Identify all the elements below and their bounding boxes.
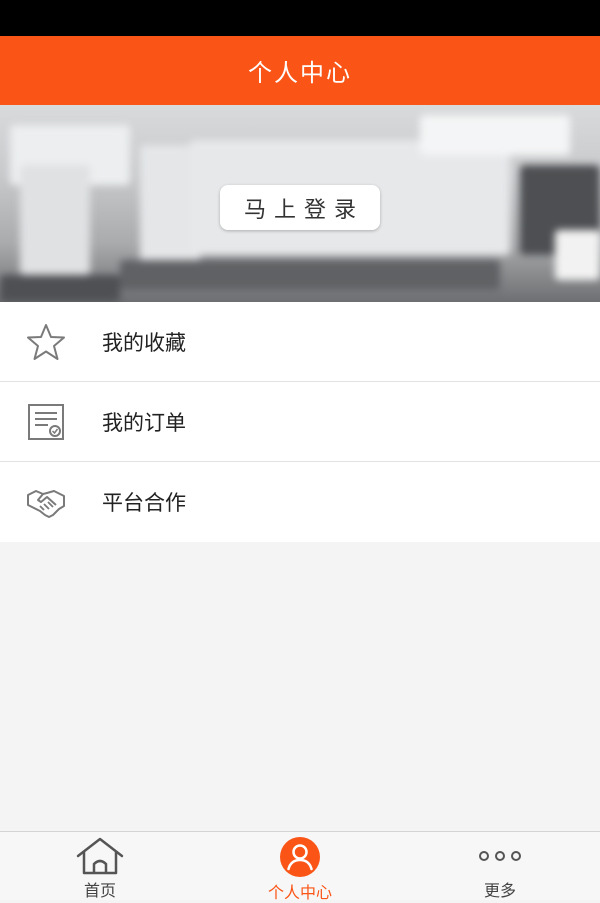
profile-banner: 马上登录 <box>0 105 600 302</box>
login-button[interactable]: 马上登录 <box>220 185 380 230</box>
more-dots-icon <box>475 836 525 876</box>
menu-item-label: 我的订单 <box>102 410 186 435</box>
star-icon <box>25 321 67 363</box>
menu-item-label: 我的收藏 <box>102 330 186 355</box>
tab-label: 首页 <box>83 881 116 900</box>
menu-list: 我的收藏 我的订单 平台合作 <box>0 302 600 542</box>
tab-more[interactable]: 更多 <box>400 832 600 900</box>
tab-label: 个人中心 <box>267 883 332 902</box>
page-title: 个人中心 <box>248 59 352 87</box>
menu-item-partnership[interactable]: 平台合作 <box>0 462 600 542</box>
tab-label: 更多 <box>483 881 516 900</box>
header: 个人中心 <box>0 36 600 105</box>
handshake-icon <box>25 481 67 523</box>
menu-item-favorites[interactable]: 我的收藏 <box>0 302 600 382</box>
tab-home[interactable]: 首页 <box>0 832 200 900</box>
tab-profile[interactable]: 个人中心 <box>200 832 400 902</box>
status-bar <box>0 0 600 36</box>
order-document-icon <box>25 401 67 443</box>
home-icon <box>75 836 125 876</box>
menu-item-label: 平台合作 <box>102 491 186 515</box>
user-icon <box>279 836 321 878</box>
menu-item-orders[interactable]: 我的订单 <box>0 382 600 462</box>
bottom-tab-bar: 首页 个人中心 更多 <box>0 831 600 902</box>
